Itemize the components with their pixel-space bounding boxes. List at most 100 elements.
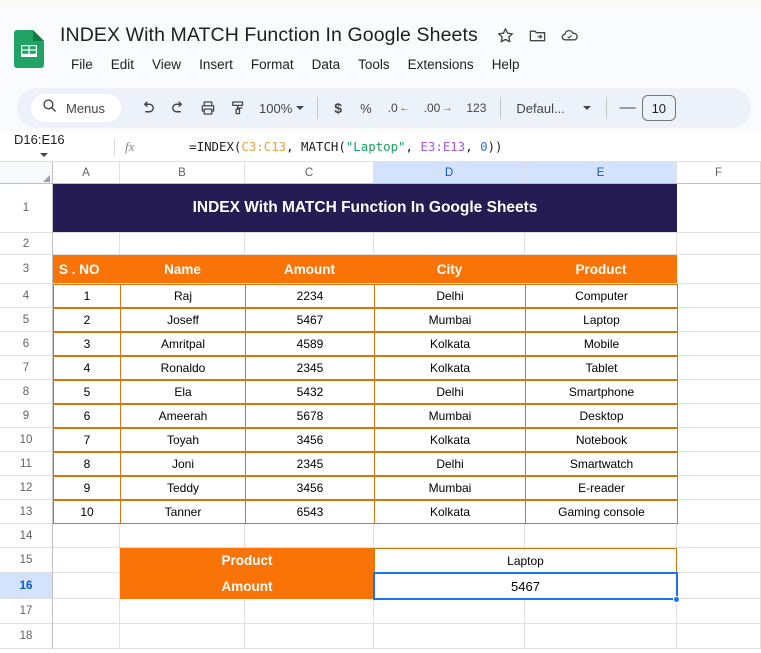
print-icon[interactable]: [193, 93, 223, 123]
table-cell[interactable]: 6: [53, 404, 121, 428]
row-header-8[interactable]: 8: [0, 380, 52, 404]
title-banner-cell[interactable]: INDEX With MATCH Function In Google Shee…: [53, 184, 677, 232]
font-family-selector[interactable]: Defaul...: [508, 97, 598, 120]
row-header-5[interactable]: 5: [0, 308, 52, 332]
row-header-13[interactable]: 13: [0, 500, 52, 524]
table-cell[interactable]: Kolkata: [374, 356, 526, 380]
decrease-font-size-button[interactable]: —: [614, 99, 642, 117]
fill-handle[interactable]: [673, 596, 680, 603]
select-all-corner[interactable]: [0, 162, 53, 183]
table-cell[interactable]: E-reader: [525, 476, 678, 500]
table-cell[interactable]: Mobile: [525, 332, 678, 356]
decrease-decimal-button[interactable]: .0 ←: [381, 97, 417, 119]
font-size-input[interactable]: 10: [641, 95, 676, 121]
cloud-saved-icon[interactable]: [560, 26, 579, 45]
table-cell[interactable]: 5467: [245, 308, 375, 332]
table-cell[interactable]: Joni: [120, 452, 246, 476]
table-cell[interactable]: Tanner: [120, 500, 246, 524]
row-header-7[interactable]: 7: [0, 356, 52, 380]
google-sheets-logo[interactable]: [14, 30, 44, 68]
table-cell[interactable]: Desktop: [525, 404, 678, 428]
table-cell[interactable]: 10: [53, 500, 121, 524]
column-header-f[interactable]: F: [677, 162, 761, 183]
table-cell[interactable]: Delhi: [374, 380, 526, 404]
menu-edit[interactable]: Edit: [102, 54, 143, 75]
menu-insert[interactable]: Insert: [190, 54, 242, 75]
table-cell[interactable]: Notebook: [525, 428, 678, 452]
row-header-14[interactable]: 14: [0, 524, 52, 548]
table-cell[interactable]: 9: [53, 476, 121, 500]
table-cell[interactable]: Kolkata: [374, 332, 526, 356]
column-header-c[interactable]: C: [245, 162, 374, 183]
menu-data[interactable]: Data: [303, 54, 350, 75]
header-cell-product[interactable]: Product: [525, 255, 677, 283]
table-cell[interactable]: 5: [53, 380, 121, 404]
table-cell[interactable]: Delhi: [374, 452, 526, 476]
table-cell[interactable]: Ronaldo: [120, 356, 246, 380]
row-header-2[interactable]: 2: [0, 233, 52, 255]
column-header-e[interactable]: E: [525, 162, 677, 183]
menu-view[interactable]: View: [143, 54, 190, 75]
table-cell[interactable]: 2: [53, 308, 121, 332]
table-cell[interactable]: 8: [53, 452, 121, 476]
table-cell[interactable]: Mumbai: [374, 308, 526, 332]
row-header-3[interactable]: 3: [0, 255, 52, 284]
table-cell[interactable]: 5678: [245, 404, 375, 428]
increase-decimal-button[interactable]: .00 →: [417, 97, 460, 119]
column-header-b[interactable]: B: [120, 162, 245, 183]
table-cell[interactable]: Toyah: [120, 428, 246, 452]
row-header-1[interactable]: 1: [0, 184, 52, 233]
table-cell[interactable]: 7: [53, 428, 121, 452]
table-cell[interactable]: 2345: [245, 356, 375, 380]
star-icon[interactable]: [496, 26, 515, 45]
table-cell[interactable]: Smartwatch: [525, 452, 678, 476]
table-cell[interactable]: Laptop: [525, 308, 678, 332]
name-box[interactable]: D16:E16: [0, 132, 100, 162]
lookup-product-label[interactable]: Product: [120, 548, 374, 573]
row-header-17[interactable]: 17: [0, 599, 52, 624]
table-cell[interactable]: 3: [53, 332, 121, 356]
cells-area[interactable]: INDEX With MATCH Function In Google Shee…: [53, 184, 761, 649]
column-header-a[interactable]: A: [53, 162, 120, 183]
paint-format-icon[interactable]: [223, 93, 253, 123]
row-header-11[interactable]: 11: [0, 452, 52, 476]
table-cell[interactable]: Teddy: [120, 476, 246, 500]
currency-format-button[interactable]: $: [325, 96, 351, 120]
table-cell[interactable]: Mumbai: [374, 404, 526, 428]
row-header-9[interactable]: 9: [0, 404, 52, 428]
table-cell[interactable]: Joseff: [120, 308, 246, 332]
table-cell[interactable]: Computer: [525, 284, 678, 308]
column-header-d[interactable]: D: [374, 162, 525, 183]
document-title[interactable]: INDEX With MATCH Function In Google Shee…: [60, 24, 478, 47]
table-cell[interactable]: Ameerah: [120, 404, 246, 428]
row-header-4[interactable]: 4: [0, 284, 52, 308]
table-cell[interactable]: 6543: [245, 500, 375, 524]
table-cell[interactable]: 3456: [245, 428, 375, 452]
search-menus-button[interactable]: Menus: [31, 94, 122, 122]
header-cell-name[interactable]: Name: [120, 255, 245, 283]
row-header-18[interactable]: 18: [0, 624, 52, 649]
row-header-15[interactable]: 15: [0, 548, 52, 573]
header-cell-city[interactable]: City: [374, 255, 525, 283]
table-cell[interactable]: 2234: [245, 284, 375, 308]
percent-format-button[interactable]: %: [351, 97, 381, 120]
table-cell[interactable]: Raj: [120, 284, 246, 308]
table-cell[interactable]: 1: [53, 284, 121, 308]
menu-format[interactable]: Format: [242, 54, 303, 75]
lookup-amount-label[interactable]: Amount: [120, 573, 374, 599]
menu-help[interactable]: Help: [483, 54, 529, 75]
chevron-down-icon-namebox[interactable]: [40, 153, 48, 158]
table-cell[interactable]: 4589: [245, 332, 375, 356]
menu-extensions[interactable]: Extensions: [399, 54, 483, 75]
menu-file[interactable]: File: [62, 54, 102, 75]
table-cell[interactable]: Tablet: [525, 356, 678, 380]
table-cell[interactable]: 4: [53, 356, 121, 380]
header-cell-amount[interactable]: Amount: [245, 255, 374, 283]
table-cell[interactable]: 3456: [245, 476, 375, 500]
redo-icon[interactable]: [163, 93, 193, 123]
lookup-product-value[interactable]: Laptop: [374, 548, 677, 573]
table-cell[interactable]: Smartphone: [525, 380, 678, 404]
table-cell[interactable]: Kolkata: [374, 428, 526, 452]
table-cell[interactable]: Gaming console: [525, 500, 678, 524]
table-cell[interactable]: 5432: [245, 380, 375, 404]
